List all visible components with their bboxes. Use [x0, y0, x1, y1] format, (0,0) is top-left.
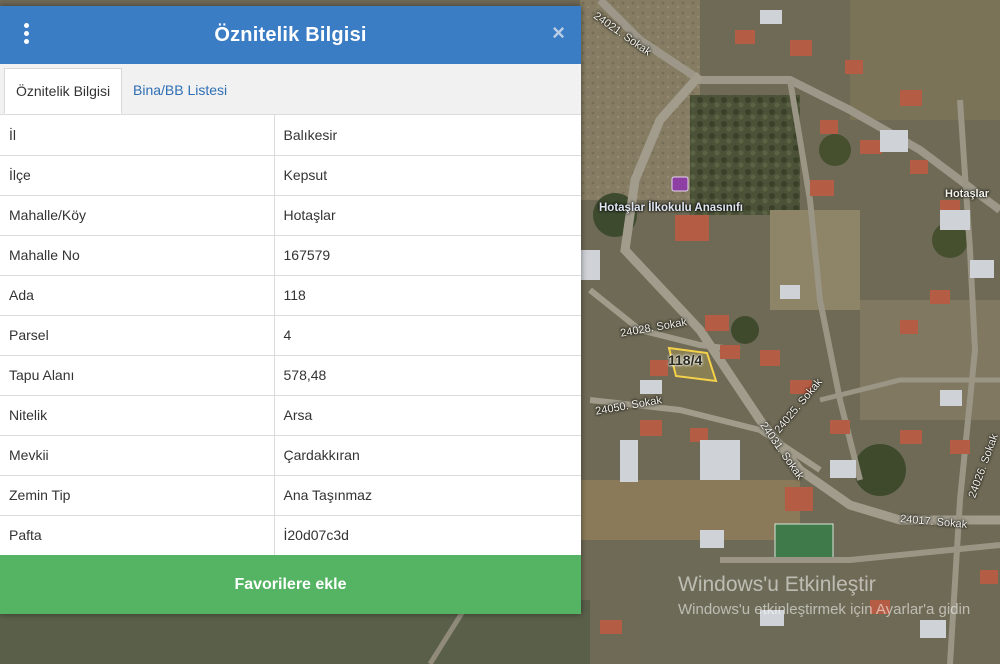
attribute-value: Hotaşlar [274, 195, 581, 236]
attribute-key: Mahalle No [0, 235, 275, 276]
attribute-value: Kepsut [274, 155, 581, 196]
attribute-value: 118 [274, 275, 581, 316]
attribute-key: Mevkii [0, 435, 275, 476]
tab-bar: Öznitelik Bilgisi Bina/BB Listesi [0, 64, 581, 115]
table-row: Mevkii Çardakkıran [0, 435, 581, 476]
table-row: İl Balıkesir [0, 115, 581, 156]
tab-attribute-info[interactable]: Öznitelik Bilgisi [4, 68, 123, 114]
attribute-key: Parsel [0, 315, 275, 356]
close-icon[interactable]: × [552, 21, 565, 45]
table-row: Zemin Tip Ana Taşınmaz [0, 475, 581, 516]
table-row: Parsel 4 [0, 315, 581, 356]
attribute-panel: Öznitelik Bilgisi × Öznitelik Bilgisi Bi… [0, 6, 581, 614]
table-row: Mahalle/Köy Hotaşlar [0, 195, 581, 236]
attribute-value: 167579 [274, 235, 581, 276]
panel-header: Öznitelik Bilgisi × [0, 6, 581, 64]
activation-watermark-title: Windows'u Etkinleştir [678, 573, 876, 596]
attribute-key: Zemin Tip [0, 475, 275, 516]
attribute-value: Çardakkıran [274, 435, 581, 476]
attribute-key: İlçe [0, 155, 275, 196]
vertical-dots-icon[interactable] [20, 23, 32, 47]
parcel-map-label[interactable]: 118/4 [668, 352, 702, 368]
activation-watermark-text: Windows'u etkinleştirmek için Ayarlar'a … [678, 601, 971, 618]
attribute-key: Tapu Alanı [0, 355, 275, 396]
table-row: Tapu Alanı 578,48 [0, 355, 581, 396]
attribute-value: Balıkesir [274, 115, 581, 156]
attribute-key: Ada [0, 275, 275, 316]
attribute-value: Ana Taşınmaz [274, 475, 581, 516]
attribute-value: 4 [274, 315, 581, 356]
panel-title: Öznitelik Bilgisi [214, 23, 367, 46]
attribute-key: İl [0, 115, 275, 156]
attribute-key: Pafta [0, 515, 275, 555]
table-row: Mahalle No 167579 [0, 235, 581, 276]
table-row: Pafta İ20d07c3d [0, 515, 581, 555]
school-map-label[interactable]: Hotaşlar İlkokulu Anasınıfı [599, 202, 743, 214]
add-favorite-button[interactable]: Favorilere ekle [0, 555, 581, 614]
attribute-value: İ20d07c3d [283, 527, 349, 544]
tab-building-list[interactable]: Bina/BB Listesi [122, 68, 238, 114]
table-row: Ada 118 [0, 275, 581, 316]
table-row: İlçe Kepsut [0, 155, 581, 196]
attribute-table: İl Balıkesir İlçe Kepsut Mahalle/Köy Hotaşl… [0, 115, 581, 555]
attribute-key: Mahalle/Köy [0, 195, 275, 236]
table-row: Nitelik Arsa [0, 395, 581, 436]
village-map-label[interactable]: Hotaşlar [945, 188, 989, 200]
attribute-value: 578,48 [274, 355, 581, 396]
attribute-key: Nitelik [0, 395, 275, 436]
attribute-value: Arsa [274, 395, 581, 436]
